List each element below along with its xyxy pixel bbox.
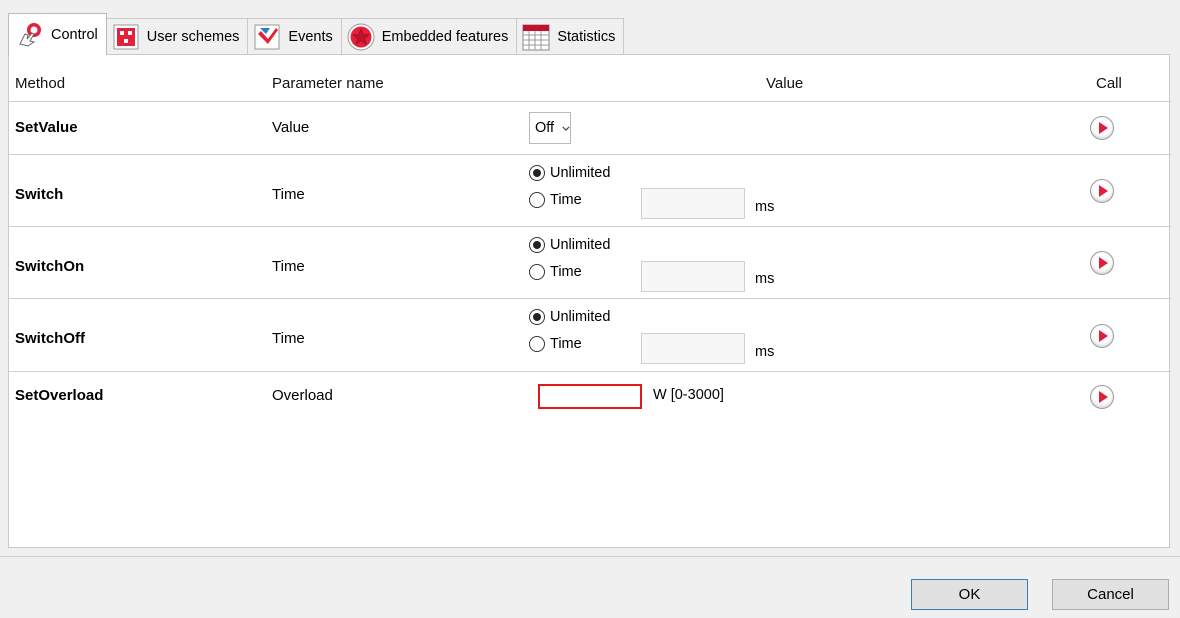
tab-embedded-features[interactable]: Embedded features	[340, 18, 518, 55]
value-select[interactable]: Off	[529, 112, 571, 144]
radio-unlimited[interactable]: Unlimited	[529, 309, 610, 325]
table-row: SetOverload Overload W [0-3000]	[9, 371, 1171, 426]
column-header-call: Call	[1096, 75, 1122, 92]
tab-control[interactable]: Control	[8, 13, 107, 55]
events-icon	[252, 22, 282, 52]
radio-button-checked[interactable]	[529, 237, 545, 253]
unit-label: ms	[755, 271, 775, 287]
param-name: Time	[272, 186, 305, 203]
control-panel: Method Parameter name Value Call SetValu…	[8, 54, 1171, 548]
chevron-down-icon	[562, 125, 570, 131]
select-value: Off	[535, 120, 555, 136]
method-name: SetOverload	[15, 387, 104, 404]
table-row: SwitchOff Time Unlimited Time ms	[9, 298, 1171, 371]
method-name: SetValue	[15, 119, 78, 136]
param-name: Time	[272, 258, 305, 275]
radio-time[interactable]: Time	[529, 336, 582, 352]
radio-unlimited[interactable]: Unlimited	[529, 165, 610, 181]
radio-unlimited[interactable]: Unlimited	[529, 237, 610, 253]
call-button[interactable]	[1090, 251, 1114, 275]
tab-strip: Control User schemes Events Embedded fea…	[8, 13, 625, 55]
radio-time[interactable]: Time	[529, 192, 582, 208]
radio-button[interactable]	[529, 192, 545, 208]
unit-label: ms	[755, 344, 775, 360]
column-header-value: Value	[766, 75, 804, 92]
tab-label: Events	[288, 29, 333, 45]
radio-button-checked[interactable]	[529, 309, 545, 325]
hand-pointer-icon	[15, 20, 45, 50]
tab-user-schemes[interactable]: User schemes	[105, 18, 249, 55]
tab-label: User schemes	[146, 29, 240, 45]
radio-label: Time	[550, 264, 582, 280]
method-name: SwitchOff	[15, 330, 85, 347]
divider	[0, 556, 1180, 557]
ok-button[interactable]: OK	[911, 579, 1028, 610]
radio-time[interactable]: Time	[529, 264, 582, 280]
method-name: Switch	[15, 186, 64, 203]
call-button[interactable]	[1090, 385, 1114, 409]
time-input[interactable]	[641, 333, 745, 364]
column-header-method: Method	[15, 75, 66, 92]
call-button[interactable]	[1090, 324, 1114, 348]
column-header-parameter: Parameter name	[272, 75, 384, 92]
cancel-button[interactable]: Cancel	[1052, 579, 1169, 610]
tab-events[interactable]: Events	[247, 18, 342, 55]
radio-label: Unlimited	[550, 165, 611, 181]
param-name: Time	[272, 330, 305, 347]
param-name: Value	[272, 119, 310, 136]
time-input[interactable]	[641, 261, 745, 292]
tab-label: Embedded features	[381, 29, 509, 45]
user-schemes-icon	[111, 22, 141, 52]
param-name: Overload	[272, 387, 333, 404]
table-row: Switch Time Unlimited Time ms	[9, 154, 1171, 226]
method-name: SwitchOn	[15, 258, 85, 275]
tab-label: Control	[51, 26, 98, 43]
table-row: SwitchOn Time Unlimited Time ms	[9, 226, 1171, 298]
radio-label: Unlimited	[550, 309, 611, 325]
radio-button[interactable]	[529, 264, 545, 280]
call-button[interactable]	[1090, 116, 1114, 140]
unit-label: ms	[755, 199, 775, 215]
radio-button[interactable]	[529, 336, 545, 352]
tab-label: Statistics	[557, 29, 616, 45]
call-button[interactable]	[1090, 179, 1114, 203]
table-row: SetValue Value Off	[9, 101, 1171, 154]
unit-label: W [0-3000]	[653, 387, 724, 403]
radio-label: Unlimited	[550, 237, 611, 253]
overload-input[interactable]	[538, 384, 642, 409]
radio-button-checked[interactable]	[529, 165, 545, 181]
tab-statistics[interactable]: Statistics	[516, 18, 625, 55]
radio-label: Time	[550, 336, 582, 352]
calendar-icon	[521, 22, 551, 52]
radio-label: Time	[550, 192, 582, 208]
star-icon	[346, 22, 376, 52]
time-input[interactable]	[641, 188, 745, 219]
